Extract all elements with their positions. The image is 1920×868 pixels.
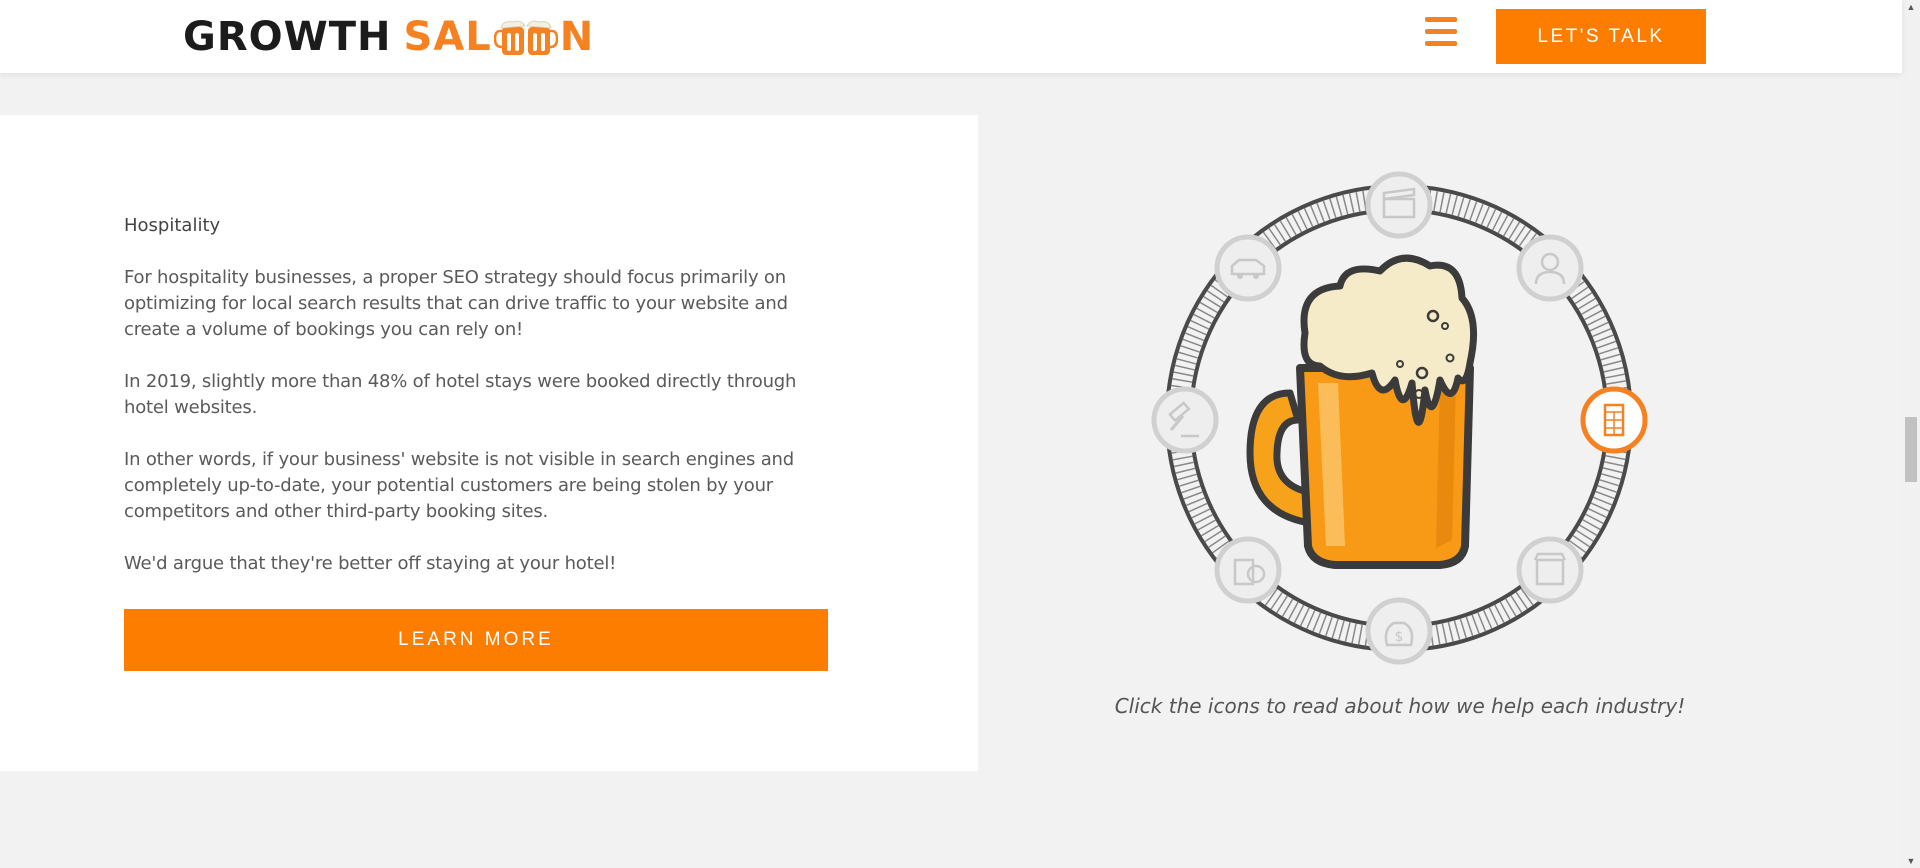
svg-text:$: $ xyxy=(1395,629,1404,645)
paragraph-2: In 2019, slightly more than 48% of hotel… xyxy=(124,371,797,418)
industry-detail-panel: Hospitality For hospitality businesses, … xyxy=(0,115,978,771)
industry-gavel-icon[interactable] xyxy=(1151,386,1219,454)
logo-text-saloon-start: SAL xyxy=(403,14,492,60)
industry-restaurant-icon[interactable] xyxy=(1214,536,1282,604)
hamburger-menu-icon[interactable] xyxy=(1425,17,1457,47)
paragraph-1: For hospitality businesses, a proper SEO… xyxy=(124,267,788,340)
lets-talk-button[interactable]: LET'S TALK xyxy=(1496,9,1706,64)
industry-film-icon[interactable] xyxy=(1365,171,1433,239)
learn-more-button[interactable]: LEARN MORE xyxy=(124,609,828,671)
scroll-down-arrow-icon[interactable]: ▼ xyxy=(1902,854,1920,868)
industry-storefront-icon[interactable] xyxy=(1516,536,1584,604)
page-scrollbar[interactable]: ▲ ▼ xyxy=(1902,0,1920,868)
paragraph-4: We'd argue that they're better off stayi… xyxy=(124,553,617,574)
logo-text-saloon-end: N xyxy=(559,14,595,60)
industry-wheel: $ xyxy=(1151,171,1648,665)
paragraph-3: In other words, if your business' websit… xyxy=(124,449,794,522)
scroll-thumb[interactable] xyxy=(1905,417,1917,482)
industry-car-icon[interactable] xyxy=(1214,234,1282,302)
industry-hotel-icon[interactable] xyxy=(1580,386,1648,454)
site-header: GROWTH SAL N LET'S TALK xyxy=(0,0,1902,73)
industry-money-bag-icon[interactable]: $ xyxy=(1365,597,1433,665)
wheel-caption: Click the icons to read about how we hel… xyxy=(1114,694,1686,718)
logo-beer-mugs-icon xyxy=(493,20,558,55)
industry-title: Hospitality xyxy=(124,215,221,236)
industry-doctor-icon[interactable] xyxy=(1516,234,1584,302)
growth-saloon-logo[interactable]: GROWTH SAL N xyxy=(183,14,594,60)
scroll-up-arrow-icon[interactable]: ▲ xyxy=(1902,0,1920,14)
beer-mug-icon xyxy=(1246,254,1478,569)
logo-text-growth: GROWTH xyxy=(183,14,392,60)
